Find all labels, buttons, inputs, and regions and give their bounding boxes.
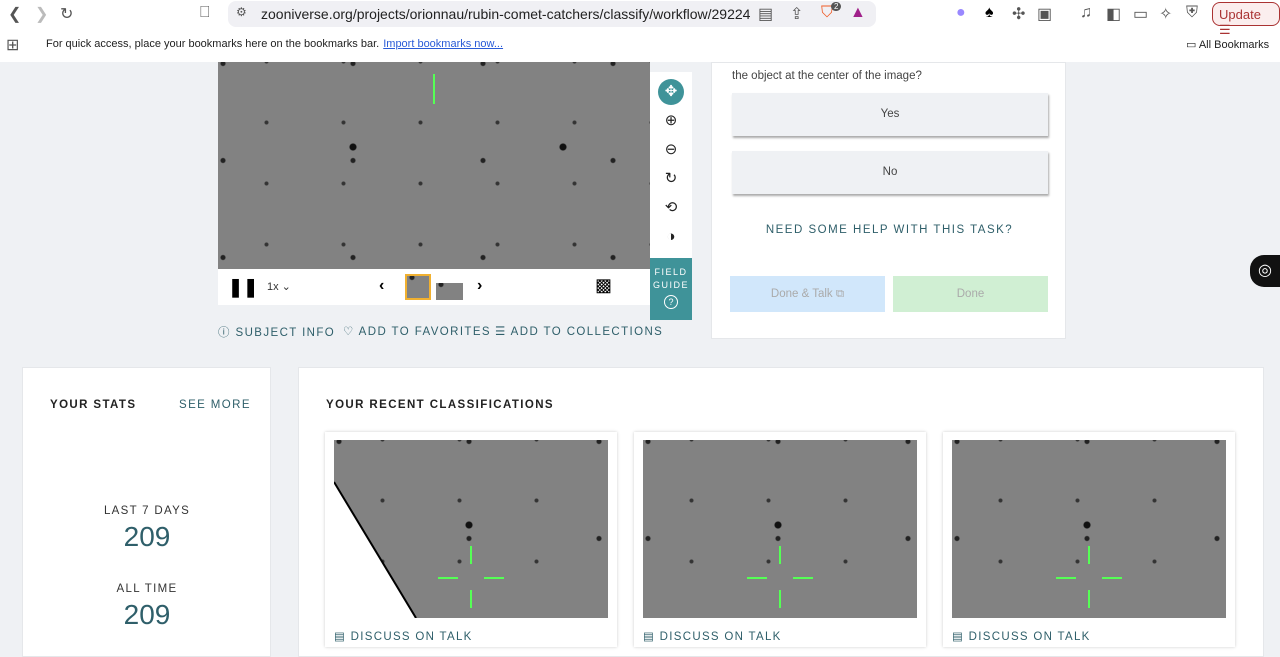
subject-info-link[interactable]: ⓘ SUBJECT INFO xyxy=(218,324,335,340)
all-time-value: 209 xyxy=(123,599,171,630)
reload-icon[interactable]: ↻ xyxy=(60,4,73,24)
see-more-link[interactable]: SEE MORE xyxy=(179,399,251,411)
address-bar[interactable]: ⚙ zooniverse.org/projects/orionnau/rubin… xyxy=(228,1,876,27)
music-icon[interactable]: ♫ xyxy=(1080,4,1092,22)
extension-box-icon[interactable]: ▣ xyxy=(1037,4,1052,24)
discuss-on-talk-link[interactable]: ▤ DISCUSS ON TALK xyxy=(952,629,1091,643)
task-panel: the object at the center of the image? Y… xyxy=(711,62,1066,339)
pause-icon[interactable]: ❚❚ xyxy=(228,277,258,298)
vpn-icon[interactable]: ⛨ xyxy=(1186,4,1198,22)
share-icon[interactable]: ⇪ xyxy=(790,4,803,24)
floating-assistant-icon[interactable]: ◎ xyxy=(1250,255,1280,287)
recent-thumbnail[interactable] xyxy=(952,440,1226,618)
help-icon: ? xyxy=(664,295,678,309)
recent-thumbnail[interactable] xyxy=(334,440,608,618)
add-to-collections-link[interactable]: ☰ ADD TO COLLECTIONS xyxy=(495,324,663,338)
apps-icon[interactable]: ⊞ xyxy=(6,35,19,55)
invert-icon[interactable]: ◑ xyxy=(658,224,684,250)
reset-icon[interactable]: ⟲ xyxy=(658,195,684,221)
bookmark-icon[interactable]: ⎕ xyxy=(200,4,210,22)
site-settings-icon[interactable]: ⚙ xyxy=(236,5,247,19)
extension-icon[interactable]: ♠ xyxy=(985,4,994,22)
answer-no-button[interactable]: No xyxy=(732,151,1048,194)
sidebar-icon[interactable]: ◧ xyxy=(1106,4,1121,24)
gallery-icon[interactable]: ▩ xyxy=(595,275,612,296)
reader-icon[interactable]: ▤ xyxy=(758,4,773,24)
all-bookmarks[interactable]: ▭ All Bookmarks xyxy=(1186,38,1269,51)
forward-icon[interactable]: ❯ xyxy=(35,4,48,24)
field-guide-button[interactable]: FIELD GUIDE? xyxy=(650,258,692,320)
subject-image[interactable] xyxy=(218,62,650,269)
done-button[interactable]: Done xyxy=(893,276,1048,312)
stats-title: YOUR STATS xyxy=(50,399,137,411)
browser-chrome: ❮ ❯ ↻ ⎕ ⚙ zooniverse.org/projects/orionn… xyxy=(0,0,1280,62)
answer-yes-button[interactable]: Yes xyxy=(732,93,1048,136)
last-7-days-label: LAST 7 DAYS xyxy=(103,505,191,517)
recent-item[interactable]: ▤ DISCUSS ON TALK xyxy=(634,432,926,647)
extensions-icon[interactable]: ✣ xyxy=(1012,4,1025,24)
frame-thumbnail-1[interactable] xyxy=(405,274,431,300)
update-button[interactable]: Update ☰ xyxy=(1212,2,1280,37)
bookmarks-bar: ⊞ For quick access, place your bookmarks… xyxy=(6,35,1270,55)
pan-icon[interactable]: ✥ xyxy=(658,79,684,105)
task-question: the object at the center of the image? xyxy=(732,70,922,82)
zoom-out-icon[interactable]: ⊖ xyxy=(658,137,684,163)
discuss-on-talk-link[interactable]: ▤ DISCUSS ON TALK xyxy=(334,629,473,643)
leo-icon[interactable]: ✧ xyxy=(1159,4,1172,24)
done-and-talk-button[interactable]: Done & Talk ⧉ xyxy=(730,276,885,312)
image-toolbar: ✥ ⊕ ⊖ ↻ ⟲ ◑ xyxy=(650,72,692,258)
task-help-link[interactable]: NEED SOME HELP WITH THIS TASK? xyxy=(712,224,1067,236)
all-time-label: ALL TIME xyxy=(116,583,178,595)
add-to-favorites-link[interactable]: ♡ ADD TO FAVORITES xyxy=(343,324,491,338)
import-bookmarks-link[interactable]: Import bookmarks now... xyxy=(383,38,503,50)
recent-item[interactable]: ▤ DISCUSS ON TALK xyxy=(325,432,617,647)
recent-title: YOUR RECENT CLASSIFICATIONS xyxy=(326,399,554,411)
rewards-icon[interactable]: ▲ xyxy=(850,4,866,22)
stats-card: YOUR STATS SEE MORE LAST 7 DAYS 209 ALL … xyxy=(22,367,271,657)
rotate-icon[interactable]: ↻ xyxy=(658,166,684,192)
discuss-on-talk-link[interactable]: ▤ DISCUSS ON TALK xyxy=(643,629,782,643)
prev-frame-icon[interactable]: ‹ xyxy=(379,277,384,295)
last-7-days-value: 209 xyxy=(123,521,171,552)
next-frame-icon[interactable]: › xyxy=(477,277,482,295)
speed-select[interactable]: 1x ⌄ xyxy=(267,280,291,293)
extension-ghost-icon[interactable]: ● xyxy=(956,4,966,22)
recent-item[interactable]: ▤ DISCUSS ON TALK xyxy=(943,432,1235,647)
zoom-in-icon[interactable]: ⊕ xyxy=(658,108,684,134)
wallet-icon[interactable]: ▭ xyxy=(1133,4,1148,24)
flipbook-controls: ❚❚ 1x ⌄ ‹ › ▩ xyxy=(218,269,650,305)
recent-thumbnail[interactable] xyxy=(643,440,917,618)
back-icon[interactable]: ❮ xyxy=(8,4,21,24)
frame-thumbnail-2[interactable] xyxy=(436,283,463,300)
